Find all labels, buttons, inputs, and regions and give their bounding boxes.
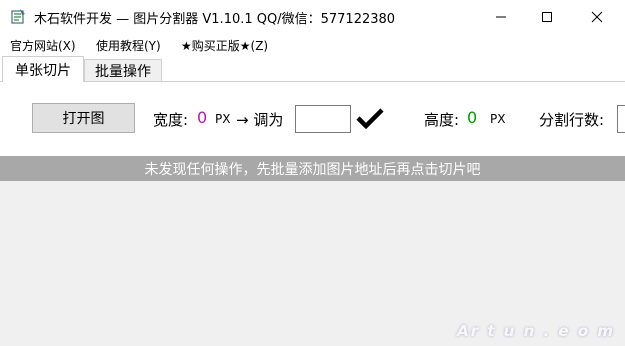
main-panel: 打开图 宽度: 0 PX → 调为 高度: 0 PX 分割行数: 未发现任何操作… (0, 81, 625, 346)
toolbar: 打开图 宽度: 0 PX → 调为 高度: 0 PX 分割行数: (0, 82, 625, 156)
window-title: 木石软件开发 — 图片分割器 V1.10.1 QQ/微信：577122380 (34, 12, 396, 27)
minimize-icon (496, 16, 506, 17)
width-unit: PX (215, 112, 231, 126)
confirm-check-icon[interactable] (355, 106, 385, 134)
menu-buy[interactable]: ★购买正版★(Z) (181, 37, 268, 54)
tab-batch[interactable]: 批量操作 (84, 59, 162, 82)
height-unit: PX (490, 112, 506, 126)
close-icon (591, 11, 603, 22)
minimize-button[interactable] (478, 0, 524, 33)
watermark: Ar t u n . e o m (457, 322, 615, 340)
status-bar: 未发现任何操作，先批量添加图片地址后再点击切片吧 (0, 156, 625, 181)
resize-to-label: → 调为 (236, 111, 284, 129)
menu-official-site[interactable]: 官方网站(X) (10, 37, 76, 54)
width-value: 0 (197, 108, 208, 127)
menu-bar: 官方网站(X) 使用教程(Y) ★购买正版★(Z) (0, 34, 625, 56)
tab-strip: 单张切片 批量操作 (0, 56, 625, 82)
height-label: 高度: (424, 111, 460, 129)
open-image-button[interactable]: 打开图 (32, 103, 135, 133)
app-icon (10, 8, 27, 25)
tab-single-slice[interactable]: 单张切片 (2, 56, 84, 82)
height-value: 0 (467, 108, 478, 127)
title-bar: 木石软件开发 — 图片分割器 V1.10.1 QQ/微信：577122380 (0, 0, 625, 33)
maximize-icon (542, 11, 552, 22)
menu-tutorial[interactable]: 使用教程(Y) (96, 37, 161, 54)
width-label: 宽度: (153, 111, 189, 129)
maximize-button[interactable] (524, 0, 570, 33)
resize-width-input[interactable] (295, 105, 351, 133)
close-button[interactable] (574, 0, 620, 33)
split-rows-label: 分割行数: (539, 111, 605, 129)
split-rows-input[interactable] (617, 105, 625, 133)
